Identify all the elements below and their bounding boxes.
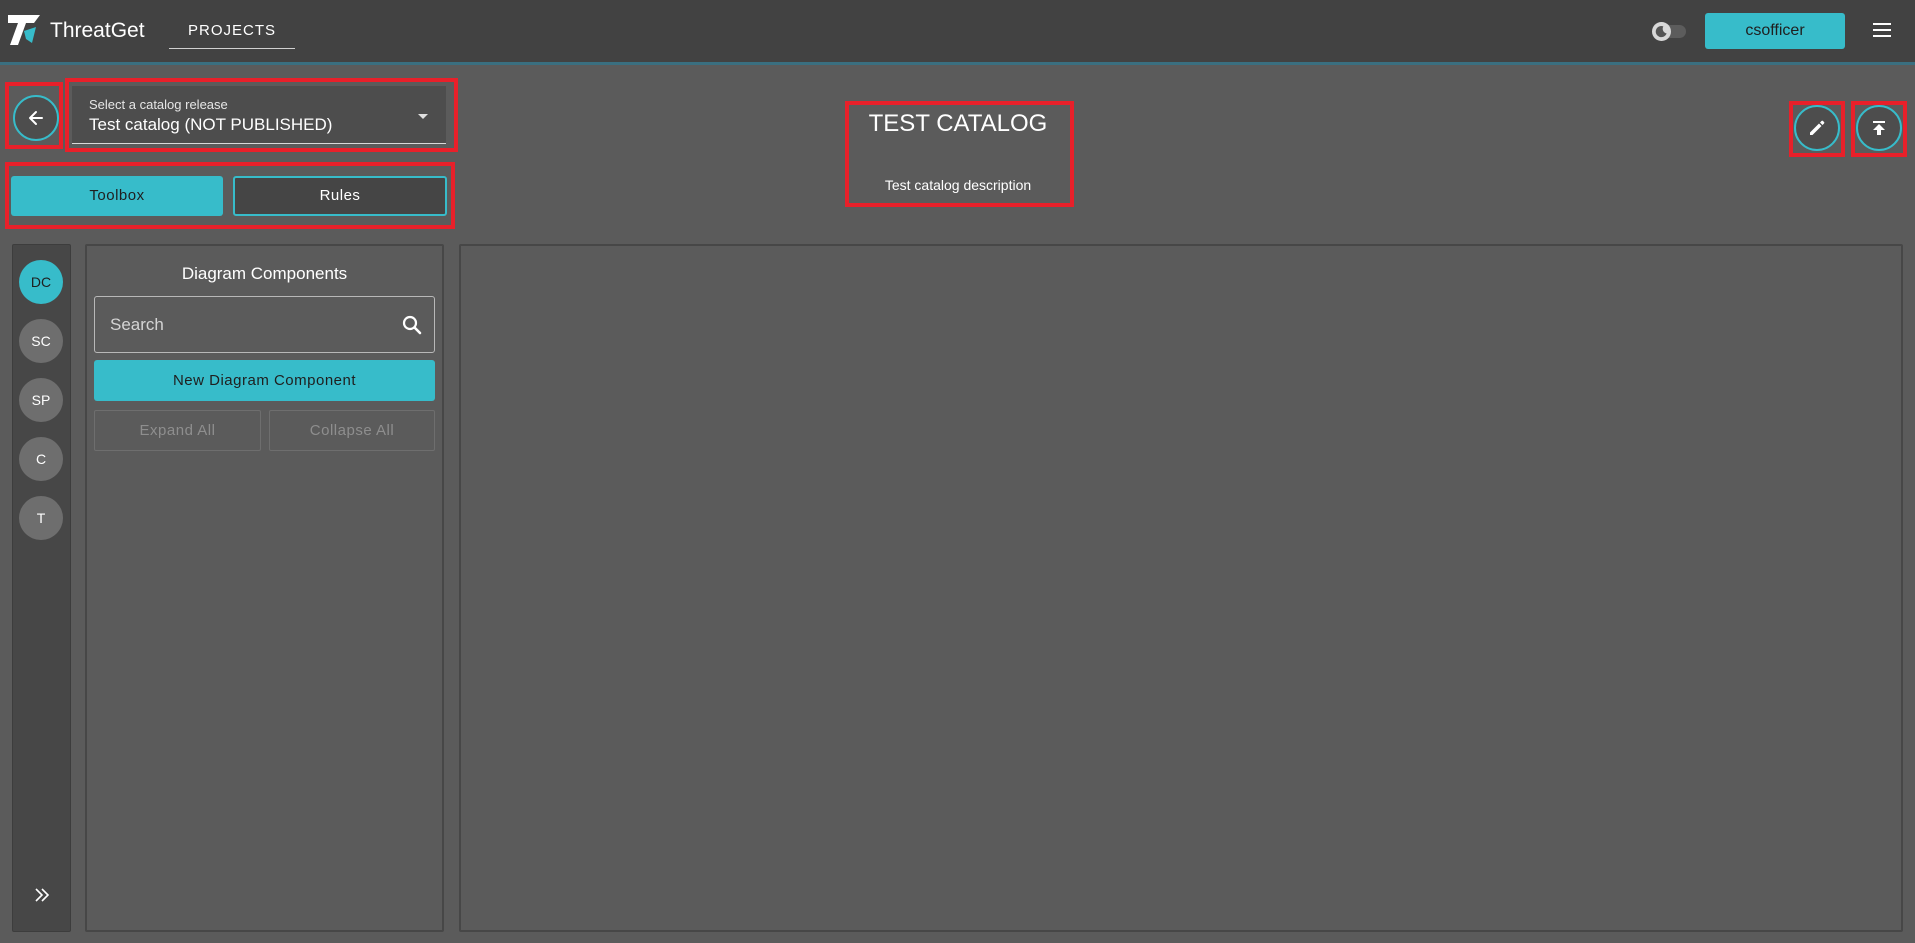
panel-title: Diagram Components	[181, 264, 348, 283]
rail-item-t[interactable]: T	[19, 496, 63, 540]
new-diagram-component-button[interactable]: New Diagram Component	[94, 360, 435, 401]
rail-item-dc[interactable]: DC	[19, 260, 63, 304]
rules-button[interactable]: Rules	[233, 176, 447, 216]
hamburger-menu-icon[interactable]	[1872, 21, 1892, 39]
dropdown-caret-icon[interactable]	[418, 114, 428, 119]
pencil-icon	[1810, 120, 1825, 135]
catalog-description: Test catalog description	[884, 177, 1032, 193]
moon-icon[interactable]	[1652, 22, 1671, 41]
nav-projects[interactable]: PROJECTS	[169, 12, 295, 49]
collapse-all-button[interactable]: Collapse All	[269, 410, 435, 451]
catalog-title: TEST CATALOG	[868, 110, 1048, 137]
user-account-button[interactable]: csofficer	[1705, 13, 1845, 49]
threatget-logo-icon[interactable]	[6, 13, 42, 47]
expand-all-button[interactable]: Expand All	[94, 410, 261, 451]
chevron-double-right-icon[interactable]	[32, 885, 52, 905]
toolbox-button[interactable]: Toolbox	[11, 176, 223, 216]
search-icon[interactable]	[400, 313, 424, 337]
upload-to-top-icon	[1873, 121, 1885, 135]
search-input[interactable]	[100, 310, 380, 340]
edit-button[interactable]	[1794, 105, 1840, 151]
rail-item-c[interactable]: C	[19, 437, 63, 481]
catalog-select-label: Select a catalog release	[89, 97, 228, 112]
rail-item-sc[interactable]: SC	[19, 319, 63, 363]
arrow-left-icon	[29, 111, 43, 125]
back-button[interactable]	[13, 95, 59, 141]
rail-item-sp[interactable]: SP	[19, 378, 63, 422]
app-title[interactable]: ThreatGet	[50, 19, 145, 43]
content-area	[459, 244, 1903, 932]
publish-button[interactable]	[1856, 105, 1902, 151]
catalog-select-value[interactable]: Test catalog (NOT PUBLISHED)	[89, 115, 332, 135]
top-bar-divider	[0, 62, 1915, 65]
